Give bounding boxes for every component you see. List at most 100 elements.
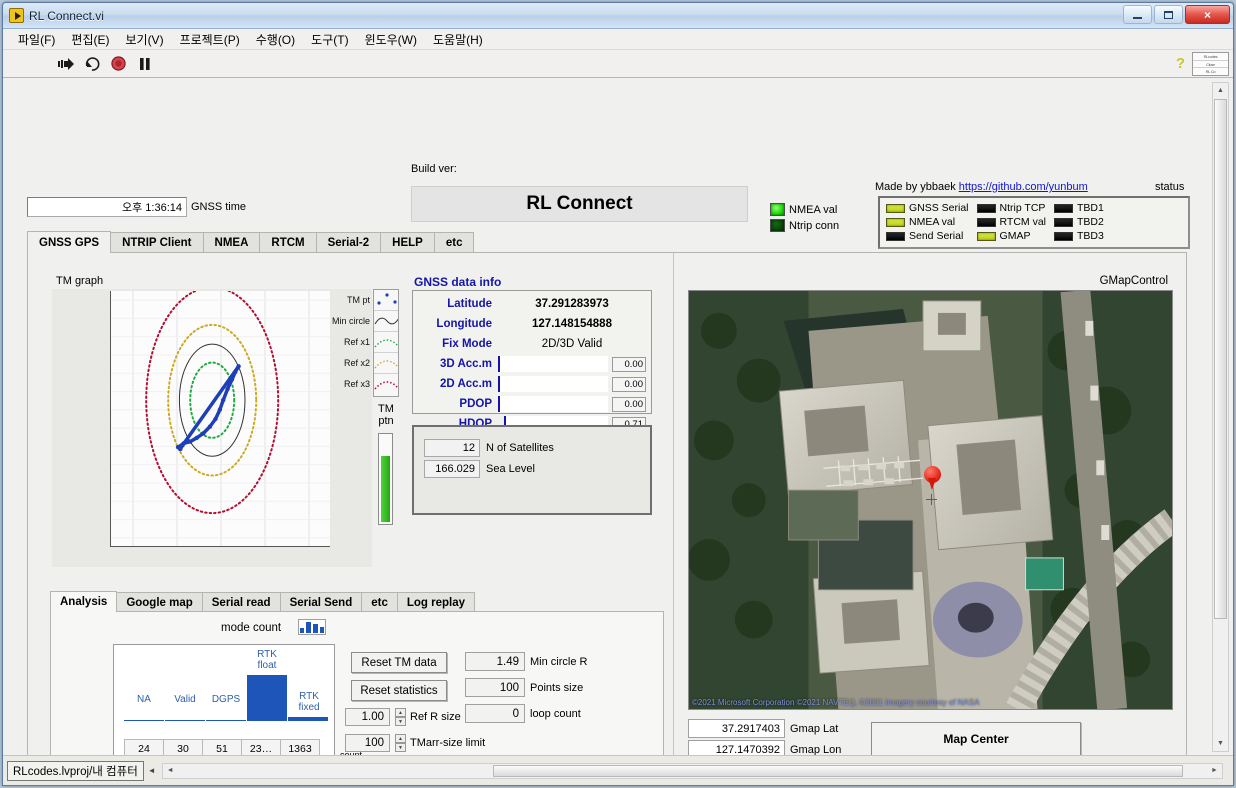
gnss-data-info-box: Latitude 37.291283973 Longitude 127.1481… <box>412 290 652 414</box>
repo-link[interactable]: https://github.com/yunbum <box>959 181 1088 193</box>
subtab-serial-read[interactable]: Serial read <box>202 592 281 612</box>
menu-item-view[interactable]: 보기(V) <box>118 29 170 50</box>
gmap-lat-label: Gmap Lat <box>790 723 838 735</box>
connector-pane-icon[interactable]: RLcodes Close RL Co <box>1192 52 1229 76</box>
legend-swatch-tm-pt[interactable] <box>374 290 398 311</box>
tab-etc[interactable]: etc <box>434 232 475 253</box>
tab-nmea[interactable]: NMEA <box>203 232 261 253</box>
legend-swatch-ref-x2[interactable] <box>374 353 398 374</box>
legend-swatch-min-circle[interactable] <box>374 311 398 332</box>
hscroll-left-arrow[interactable]: ◄ <box>163 764 178 778</box>
tab-ntrip-client[interactable]: NTRIP Client <box>110 232 203 253</box>
row-3d-acc: 3D Acc.m 0.00 <box>418 354 646 374</box>
ref-r-size-control: 1.00 ▲▼ Ref R size <box>345 708 461 726</box>
run-arrow-icon[interactable] <box>58 55 75 72</box>
mode-count-label: mode count <box>221 622 281 634</box>
abort-execution-icon[interactable] <box>110 55 127 72</box>
menu-item-file[interactable]: 파일(F) <box>11 29 62 50</box>
tmarr-limit-field[interactable]: 100 <box>345 734 390 752</box>
subtab-log-replay[interactable]: Log replay <box>397 592 475 612</box>
status-rtcm-val: RTCM val <box>977 216 1046 228</box>
acc-3d-bar <box>498 356 608 372</box>
project-label[interactable]: RLcodes.lvproj/내 컴퓨터 <box>7 761 144 781</box>
tm-graph-plot-area[interactable] <box>110 291 330 547</box>
tab-help[interactable]: HELP <box>380 232 435 253</box>
rtcm-val-led <box>977 218 996 227</box>
menu-item-window[interactable]: 윈도우(W) <box>358 29 424 50</box>
row-satellites: 12 N of Satellites <box>424 439 650 457</box>
gmap-lat-field[interactable]: 37.2917403 <box>688 719 785 738</box>
horizontal-scrollbar[interactable]: ◄ ► <box>162 763 1223 779</box>
legend-swatch-ref-x3[interactable] <box>374 374 398 395</box>
tm-ptn-label-line1: TM <box>372 403 400 415</box>
menu-item-help[interactable]: 도움말(H) <box>426 29 490 50</box>
reset-tm-data-button[interactable]: Reset TM data <box>351 652 447 673</box>
horizontal-scroll-thumb[interactable] <box>493 765 1183 777</box>
menu-item-edit[interactable]: 편집(E) <box>64 29 116 50</box>
status-bar: RLcodes.lvproj/내 컴퓨터 ◄ ◄ ► <box>3 755 1233 785</box>
menu-item-project[interactable]: 프로젝트(P) <box>173 29 247 50</box>
close-button[interactable]: × <box>1185 5 1230 24</box>
panel-divider <box>673 253 674 786</box>
status-nmea-val: NMEA val <box>886 216 969 228</box>
ref-r-size-field[interactable]: 1.00 <box>345 708 390 726</box>
legend-label-ref-x2: Ref x2 <box>311 352 373 373</box>
subtab-etc[interactable]: etc <box>361 592 398 612</box>
menu-item-operate[interactable]: 수행(O) <box>249 29 302 50</box>
tab-serial-2[interactable]: Serial-2 <box>316 232 382 253</box>
min-circle-r-readout: 1.49 Min circle R <box>465 652 587 671</box>
statusbar-left-arrow[interactable]: ◄ <box>148 766 156 775</box>
scroll-down-arrow[interactable]: ▼ <box>1213 736 1228 751</box>
tm-graph-legend-swatches[interactable] <box>373 289 399 397</box>
map-view[interactable]: ©2021 Microsoft Corporation ©2021 NAVTEQ… <box>688 290 1173 710</box>
app-title-display: RL Connect <box>411 186 748 222</box>
subtab-serial-send[interactable]: Serial Send <box>280 592 363 612</box>
status-gnss-serial: GNSS Serial <box>886 202 969 214</box>
status-tbd1: TBD1 <box>1054 202 1104 214</box>
scroll-up-arrow[interactable]: ▲ <box>1213 83 1228 98</box>
hist-bar-rtk-fixed <box>288 717 328 721</box>
status-label: status <box>1155 181 1184 193</box>
context-help-icon[interactable]: ? <box>1176 55 1185 72</box>
vertical-scrollbar[interactable]: ▲ ▼ <box>1212 82 1229 752</box>
acc-3d-label: 3D Acc.m <box>418 358 498 370</box>
application-window: RL Connect.vi × 파일(F) 편집(E) 보기(V) 프로젝트(P… <box>2 2 1234 786</box>
tab-gnss-gps[interactable]: GNSS GPS <box>27 231 111 253</box>
ntrip-tcp-led <box>977 204 996 213</box>
maximize-button[interactable] <box>1154 5 1183 24</box>
tm-graph-legend-labels: TM pt Min circle Ref x1 Ref x2 Ref x3 <box>311 289 373 397</box>
tab-rtcm[interactable]: RTCM <box>259 232 316 253</box>
pause-icon[interactable] <box>136 55 153 72</box>
map-center-button[interactable]: Map Center <box>871 722 1081 756</box>
menu-item-tools[interactable]: 도구(T) <box>304 29 355 50</box>
tmarr-limit-stepper[interactable]: ▲▼ <box>395 734 406 752</box>
row-longitude: Longitude 127.148154888 <box>418 314 646 334</box>
legend-swatch-ref-x1[interactable] <box>374 332 398 353</box>
tm-graph-label: TM graph <box>56 275 103 287</box>
acc-3d-value: 0.00 <box>612 357 646 372</box>
legend-label-ref-x3: Ref x3 <box>311 373 373 394</box>
map-pin-icon[interactable] <box>924 466 941 490</box>
window-title: RL Connect.vi <box>29 9 104 23</box>
led-row-nmea-val: NMEA val <box>770 203 862 216</box>
subtab-analysis[interactable]: Analysis <box>50 591 117 612</box>
run-continuously-icon[interactable] <box>84 55 101 72</box>
legend-label-ref-x1: Ref x1 <box>311 331 373 352</box>
reset-statistics-button[interactable]: Reset statistics <box>351 680 447 701</box>
tm-ptn-slider-track[interactable] <box>378 433 393 525</box>
min-circle-r-value: 1.49 <box>465 652 525 671</box>
tm-ptn-control[interactable]: TM ptn <box>372 403 400 543</box>
hist-bar-dgps <box>206 720 246 721</box>
ref-r-size-stepper[interactable]: ▲▼ <box>395 708 406 726</box>
vertical-scroll-thumb[interactable] <box>1214 99 1227 619</box>
build-version-label: Build ver: <box>411 163 457 175</box>
subtab-google-map[interactable]: Google map <box>116 592 202 612</box>
menu-bar: 파일(F) 편집(E) 보기(V) 프로젝트(P) 수행(O) 도구(T) 윈도… <box>3 29 1233 50</box>
mode-count-legend-swatch[interactable] <box>298 619 326 635</box>
latitude-value: 37.291283973 <box>498 298 646 310</box>
sea-level-label: Sea Level <box>486 463 535 475</box>
pdop-label: PDOP <box>418 398 498 410</box>
minimize-button[interactable] <box>1123 5 1152 24</box>
fix-mode-label: Fix Mode <box>418 338 498 350</box>
hscroll-right-arrow[interactable]: ► <box>1207 764 1222 778</box>
